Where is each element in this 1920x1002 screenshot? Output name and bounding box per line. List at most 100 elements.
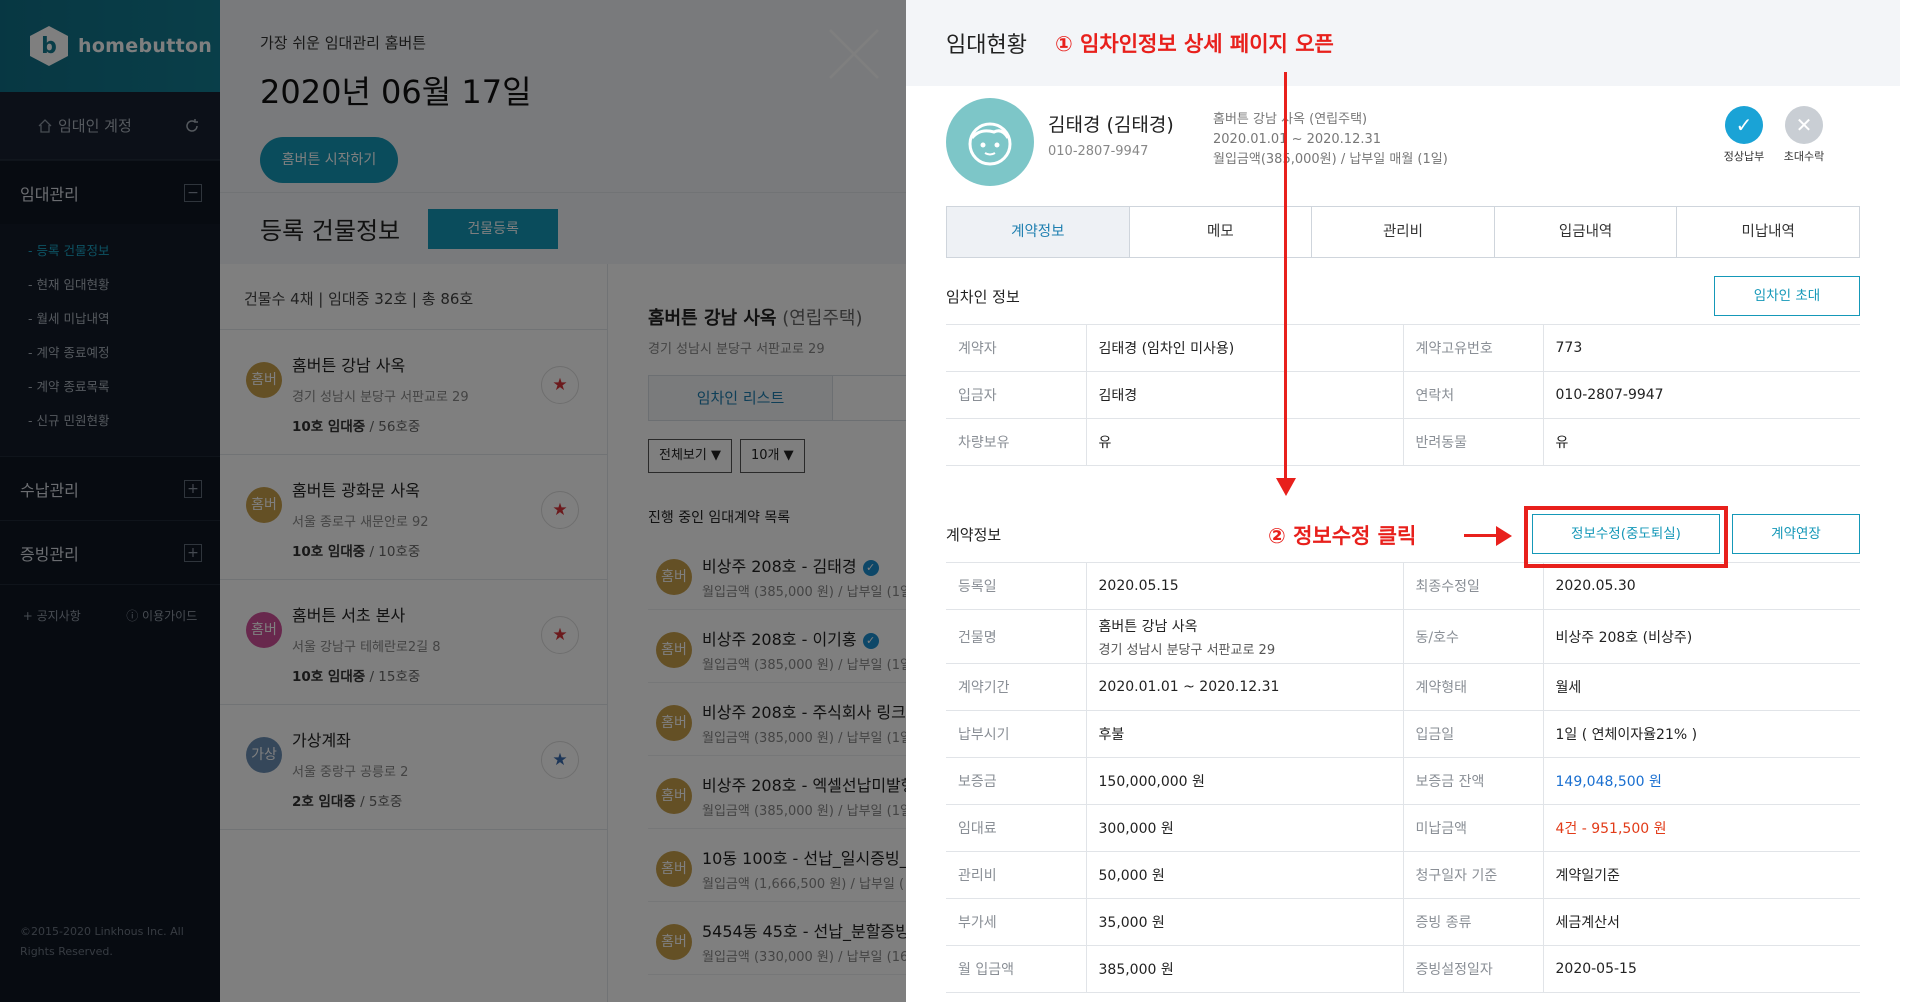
building-address: 경기 성남시 분당구 서판교로 29 [648, 342, 825, 357]
field-value: 비상주 208호 (비상주) [1543, 609, 1860, 664]
building-avatar: 홈버 [246, 487, 282, 523]
cell-text: 증빙설정일자 [1415, 962, 1493, 978]
status-paid[interactable]: ✓ 정상납부 [1714, 106, 1774, 164]
contract-summary: 월입금액 (1,666,500 원) / 납부일 ( [702, 877, 905, 892]
contract-title-text: 비상주 208호 - 이기홍 [702, 630, 857, 649]
cell-text: 보증금 [958, 774, 997, 790]
contract-summary: 월입금액 (385,000 원) / 납부일 (1일 [702, 658, 906, 673]
submenu-unpaid[interactable]: - 월세 미납내역 [0, 302, 220, 336]
tenant-period: 2020.01.01 ~ 2020.12.31 [1213, 132, 1382, 147]
tab-fee[interactable]: 관리비 [1312, 207, 1495, 257]
invite-tenant-button[interactable]: 임차인 초대 [1714, 276, 1860, 316]
tab-tenant-list[interactable]: 임차인 리스트 [649, 376, 833, 420]
tab-deposits[interactable]: 입금내역 [1495, 207, 1678, 257]
cell-text: 입금일 [1415, 727, 1455, 743]
contract-summary: 월입금액 (385,000 원) / 납부일 (1일 [702, 585, 906, 600]
annotation-step-1: ① 임차인정보 상세 페이지 오픈 [1054, 32, 1334, 56]
collapse-icon[interactable]: − [184, 183, 202, 202]
tenant-building: 홈버튼 강남 사옥 (연립주택) [1213, 112, 1368, 127]
submenu-ended[interactable]: - 계약 종료목록 [0, 370, 220, 404]
page-size-select[interactable]: 10개 ▼ [739, 439, 805, 473]
table-row: 등록일 2020.05.15 최종수정일 2020.05.30 [946, 562, 1860, 610]
star-icon[interactable]: ★ [541, 491, 579, 529]
status-invite[interactable]: ✕ 초대수락 [1774, 106, 1834, 164]
menu-payment[interactable]: 수납관리 + [0, 456, 220, 520]
home-icon [38, 118, 52, 133]
contract-list-label: 진행 중인 임대계약 목록 [648, 510, 791, 526]
refresh-icon [186, 118, 198, 132]
field-value: 010-2807-9947 [1543, 371, 1860, 419]
arrow-head-icon [1496, 526, 1512, 546]
field-value: 2020.01.01 ~ 2020.12.31 [1086, 663, 1404, 711]
field-label: 보증금 [946, 757, 1087, 805]
menu-rental[interactable]: 임대관리 − [0, 160, 220, 224]
table-row: 건물명 홈버튼 강남 사옥 경기 성남시 분당구 서판교로 29 동/호수 비상주 20… [946, 609, 1860, 664]
highlight-box [1524, 506, 1728, 568]
tenant-info-table: 계약자 김태경 (임차인 미사용) 계약고유번호 773 입금자 김태경 연락처 010-28… [946, 324, 1860, 466]
building-name: 홈버튼 강남 사옥 [648, 308, 777, 329]
contract-item[interactable]: 홈버 비상주 208호 - 이기홍 ✓ 월입금액 (385,000 원) / 납부일 … [648, 610, 906, 683]
cell-text: 동/호수 [1415, 629, 1459, 646]
guide-link[interactable]: ⓘ 이용가이드 [126, 607, 197, 624]
building-item[interactable]: 홈버 홈버튼 강남 사옥 경기 성남시 분당구 서판교로 29 10호 임대중 / 5… [220, 330, 607, 455]
contract-title-text: 10동 100호 - 선납_일시증빙_오 [702, 849, 906, 868]
cell-text: 청구일자 기준 [1415, 868, 1498, 884]
account-link[interactable]: 임대인 계정 [38, 115, 132, 136]
expand-icon[interactable]: + [184, 479, 202, 498]
contract-title-text: 비상주 208호 - 주식회사 링크하 [702, 703, 906, 722]
close-icon[interactable] [828, 28, 880, 80]
contract-info-title: 계약정보 [946, 526, 1002, 544]
register-building-button[interactable]: 건물등록 [428, 208, 559, 249]
field-label: 동/호수 [1403, 609, 1544, 664]
submenu-complaints[interactable]: - 신규 민원현황 [0, 404, 220, 438]
tab-contract[interactable]: 계약정보 [947, 207, 1130, 257]
field-label: 차량보유 [946, 418, 1087, 466]
cell-text: 149,048,500 원 [1555, 774, 1662, 790]
notice-link[interactable]: + 공지사항 [23, 607, 81, 624]
cell-text: 증빙 종류 [1415, 915, 1472, 931]
refresh-button[interactable] [184, 118, 200, 134]
sidebar: b homebutton 임대인 계정 임대관리 − - 등록 건물정보 - 현… [0, 0, 220, 1002]
contract-item[interactable]: 홈버 10동 100호 - 선납_일시증빙_오 월입금액 (1,666,500 원)… [648, 829, 906, 902]
contract-item[interactable]: 홈버 비상주 208호 - 김태경 ✓ 월입금액 (385,000 원) / 납부일 … [648, 537, 906, 610]
contract-item[interactable]: 홈버 비상주 208호 - 엑셀선납미발행 월입금액 (385,000 원) / 납… [648, 756, 906, 829]
homebutton-logo-icon: b [30, 26, 68, 66]
menu-evidence[interactable]: 증빙관리 + [0, 520, 220, 584]
contract-title-text: 비상주 208호 - 김태경 [702, 557, 857, 576]
cell-text: 납부시기 [958, 727, 1010, 743]
contract-avatar: 홈버 [656, 632, 692, 668]
extend-contract-button[interactable]: 계약연장 [1732, 514, 1860, 554]
contract-title: 비상주 208호 - 엑셀선납미발행 [702, 772, 906, 796]
start-button[interactable]: 홈버튼 시작하기 [260, 137, 398, 183]
submenu-ending-soon[interactable]: - 계약 종료예정 [0, 336, 220, 370]
submenu-current-rentals[interactable]: - 현재 임대현황 [0, 268, 220, 302]
field-label: 관리비 [946, 851, 1087, 899]
cell-text: 계약기간 [958, 680, 1010, 696]
section-title: 등록 건물정보 [260, 217, 401, 245]
star-icon[interactable]: ★ [541, 366, 579, 404]
table-row: 부가세 35,000 원 증빙 종류 세금계산서 [946, 898, 1860, 946]
contract-summary: 월입금액 (330,000 원) / 납부일 (16 [702, 950, 906, 965]
cell-text: 150,000,000 원 [1098, 774, 1205, 790]
contract-avatar: 홈버 [656, 705, 692, 741]
tab-unpaid[interactable]: 미납내역 [1677, 207, 1859, 257]
building-item[interactable]: 홈버 홈버튼 서초 본사 서울 강남구 테헤란로2길 8 10호 임대중 / 15호중… [220, 580, 607, 705]
building-address-value: 경기 성남시 분당구 서판교로 29 [1098, 642, 1276, 658]
field-value: 150,000,000 원 [1086, 757, 1404, 805]
building-avatar: 홈버 [246, 362, 282, 398]
contract-item[interactable]: 홈버 비상주 208호 - 주식회사 링크하 월입금액 (385,000 원) / … [648, 683, 906, 756]
view-filter-select[interactable]: 전체보기 ▼ [648, 439, 732, 473]
star-icon[interactable]: ★ [541, 616, 579, 654]
expand-icon[interactable]: + [184, 543, 202, 562]
scrollbar[interactable] [1900, 0, 1920, 1002]
field-label: 보증금 잔액 [1403, 757, 1544, 805]
contract-item[interactable]: 홈버 5454동 45호 - 선납_분할증빙 월입금액 (330,000 원) / … [648, 902, 906, 975]
building-item[interactable]: 가상 가상계좌 서울 중랑구 공릉로 2 2호 임대중 / 5호중 ★ [220, 705, 607, 830]
field-value: 2020.05.30 [1543, 562, 1860, 610]
field-label: 부가세 [946, 898, 1087, 946]
cell-text: 773 [1555, 340, 1583, 356]
submenu-buildings[interactable]: - 등록 건물정보 [0, 234, 220, 268]
building-item[interactable]: 홈버 홈버튼 광화문 사옥 서울 종로구 새문안로 92 10호 임대중 / 10호중… [220, 455, 607, 580]
star-icon[interactable]: ★ [541, 741, 579, 779]
logo[interactable]: b homebutton [0, 0, 220, 92]
